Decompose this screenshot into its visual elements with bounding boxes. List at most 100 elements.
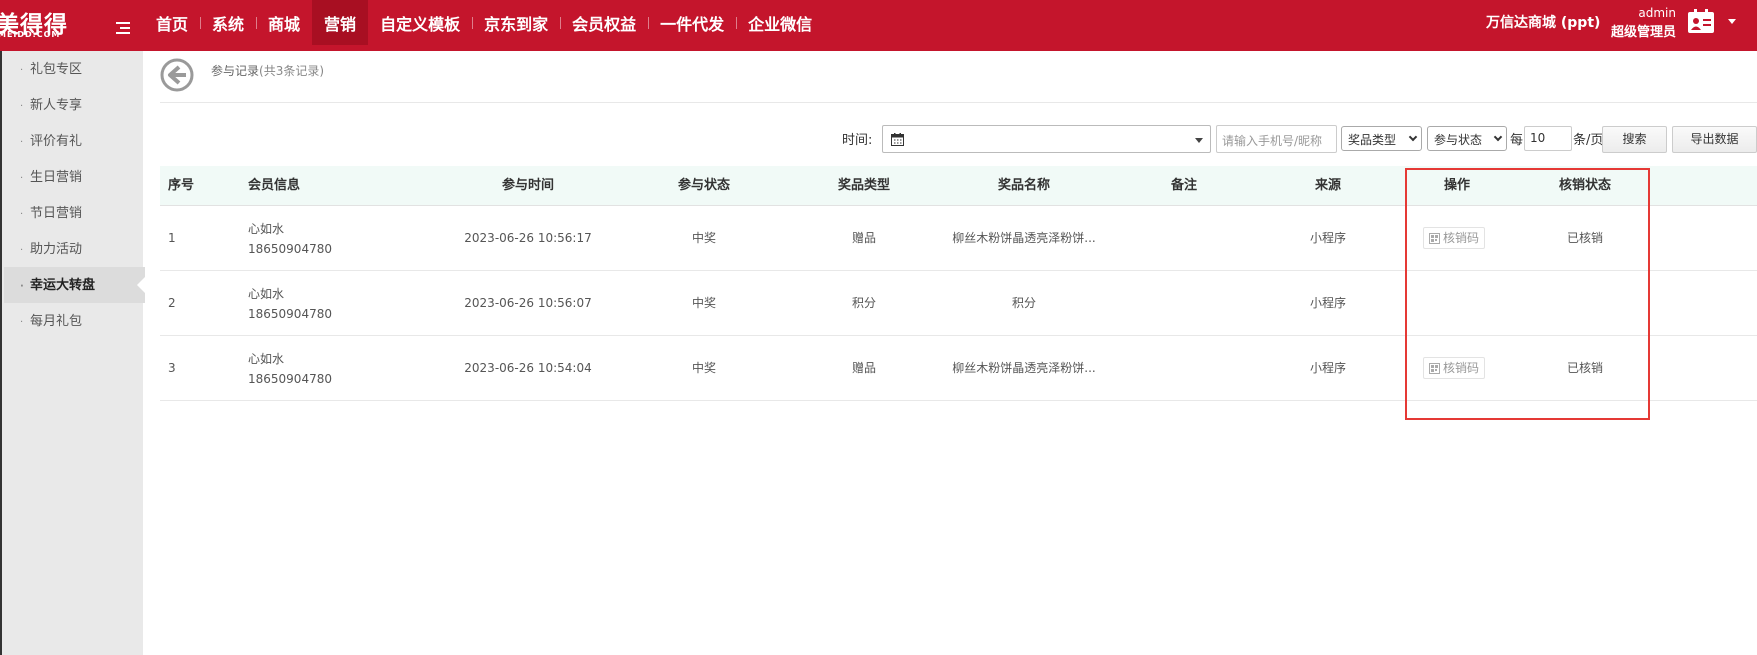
- sidebar-item-gift-packs[interactable]: · 礼包专区: [20, 52, 82, 88]
- sidebar-item-review-gift[interactable]: · 评价有礼: [20, 124, 82, 160]
- status-value: 参与状态: [1434, 133, 1483, 147]
- per-page-suffix: 条/页: [1573, 133, 1604, 148]
- sidebar-item-monthly-gift[interactable]: · 每月礼包: [20, 304, 82, 340]
- time-label: 时间:: [842, 133, 873, 148]
- nav-system[interactable]: 系统: [200, 0, 256, 45]
- member-phone: 18650904780: [248, 242, 332, 256]
- member-name: 心如水: [248, 287, 285, 301]
- prize-type: 赠品: [851, 361, 877, 375]
- participation-status: 中奖: [691, 296, 717, 310]
- breadcrumb: 参与记录(共3条记录): [211, 62, 324, 79]
- participation-time: 2023-06-26 10:56:07: [464, 296, 592, 310]
- record-count: (共3条记录): [259, 64, 325, 78]
- sidebar-item-lucky-wheel[interactable]: · 幸运大转盘: [20, 268, 95, 304]
- table-row: 1 心如水 18650904780 2023-06-26 10:56:17 中奖…: [160, 206, 1757, 271]
- nav-mall[interactable]: 商城: [256, 0, 312, 45]
- source: 小程序: [1309, 361, 1347, 375]
- nav-member-benefits[interactable]: 会员权益: [560, 0, 648, 45]
- sidebar-item-label: 助力活动: [30, 242, 83, 257]
- nav-home[interactable]: 首页: [144, 0, 200, 45]
- sidebar-active-arrow: [137, 277, 145, 293]
- verify-code-button[interactable]: 核销码: [1423, 357, 1486, 379]
- member-phone: 18650904780: [248, 307, 332, 321]
- page-title: 参与记录: [211, 64, 260, 78]
- column-header-status: 参与状态: [677, 178, 731, 193]
- verify-code-label: 核销码: [1443, 361, 1480, 375]
- participation-time: 2023-06-26 10:56:17: [464, 231, 592, 245]
- member-phone: 18650904780: [248, 372, 332, 386]
- user-name: admin: [1638, 6, 1676, 20]
- nav-marketing[interactable]: 营销: [312, 0, 369, 45]
- table-row: 2 心如水 18650904780 2023-06-26 10:56:07 中奖…: [160, 271, 1757, 336]
- sidebar: · 礼包专区 · 新人专享 · 评价有礼 · 生日营销 · 节日营销 · 助力活动 · 幸运大…: [0, 51, 145, 655]
- column-header-remark: 备注: [1170, 178, 1198, 193]
- per-label: 每: [1510, 133, 1524, 148]
- search-button[interactable]: 搜索: [1602, 126, 1667, 153]
- column-header-prize-name: 奖品名称: [997, 178, 1051, 193]
- back-arrow-icon[interactable]: [160, 58, 194, 92]
- table-header: 序号 会员信息 参与时间 参与状态 奖品类型 奖品名称 备注 来源 操作 核销状…: [160, 166, 1757, 206]
- sidebar-item-label: 节日营销: [30, 206, 83, 221]
- member-name: 心如水: [248, 352, 285, 366]
- sidebar-item-label: 生日营销: [30, 170, 83, 185]
- sidebar-item-label: 幸运大转盘: [30, 278, 96, 293]
- prize-type-select[interactable]: 奖品类型: [1341, 126, 1422, 151]
- column-header-index: 序号: [168, 178, 195, 193]
- nav-jd-home[interactable]: 京东到家: [472, 0, 560, 45]
- chevron-down-icon: [1408, 132, 1418, 142]
- qr-code-icon: [1429, 233, 1440, 244]
- status-select[interactable]: 参与状态: [1427, 126, 1507, 151]
- qr-code-icon: [1429, 363, 1440, 374]
- source: 小程序: [1309, 296, 1347, 310]
- sidebar-item-label: 每月礼包: [30, 314, 83, 329]
- verify-status: 已核销: [1566, 361, 1604, 375]
- nav-enterprise-wechat[interactable]: 企业微信: [736, 0, 824, 45]
- column-header-prize-type: 奖品类型: [837, 178, 891, 193]
- nav-custom-template[interactable]: 自定义模板: [368, 0, 472, 45]
- calendar-icon: [891, 133, 904, 146]
- sidebar-item-holiday[interactable]: · 节日营销: [20, 196, 82, 232]
- row-index: 1: [168, 231, 176, 245]
- search-input[interactable]: 请输入手机号/昵称: [1216, 125, 1337, 153]
- prize-type: 积分: [851, 296, 877, 310]
- brand-logo[interactable]: 美得得 MEIDD.COM: [0, 0, 118, 51]
- member-name: 心如水: [248, 222, 285, 236]
- shop-name[interactable]: 万信达商城 (ppt): [1486, 12, 1600, 32]
- table-row: 3 心如水 18650904780 2023-06-26 10:54:04 中奖…: [160, 336, 1757, 401]
- date-range-picker[interactable]: [882, 125, 1211, 153]
- sidebar-item-label: 新人专享: [30, 98, 83, 113]
- chevron-down-icon: [1493, 132, 1503, 142]
- sidebar-item-assist[interactable]: · 助力活动: [20, 232, 82, 268]
- main-nav: 首页 系统 商城 营销 自定义模板 京东到家 会员权益 一件代发 企业微信: [144, 0, 824, 45]
- sidebar-item-label: 礼包专区: [30, 62, 83, 77]
- divider: [160, 102, 1757, 103]
- verify-status: 已核销: [1566, 231, 1604, 245]
- column-header-time: 参与时间: [501, 178, 555, 193]
- prize-type: 赠品: [851, 231, 877, 245]
- chevron-down-icon: [1195, 138, 1203, 143]
- export-button[interactable]: 导出数据: [1672, 126, 1757, 153]
- prize-name: 柳丝木粉饼晶透亮泽粉饼...: [952, 361, 1096, 375]
- prize-name: 柳丝木粉饼晶透亮泽粉饼...: [952, 231, 1096, 245]
- column-header-action: 操作: [1443, 178, 1471, 193]
- participation-time: 2023-06-26 10:54:04: [464, 361, 592, 375]
- row-index: 3: [168, 361, 176, 375]
- menu-toggle-icon[interactable]: [116, 22, 130, 34]
- top-header: 美得得 MEIDD.COM 首页 系统 商城 营销 自定义模板 京东到家 会员权…: [0, 0, 1757, 51]
- logo-subtext: MEIDD.COM: [0, 30, 61, 39]
- user-card-icon[interactable]: [1687, 9, 1715, 34]
- nav-dropship[interactable]: 一件代发: [648, 0, 736, 45]
- column-header-source: 来源: [1314, 178, 1342, 193]
- page-size-input[interactable]: 10: [1524, 126, 1572, 151]
- sidebar-item-birthday[interactable]: · 生日营销: [20, 160, 82, 196]
- row-index: 2: [168, 296, 176, 310]
- user-role: 超级管理员: [1610, 25, 1676, 40]
- prize-type-value: 奖品类型: [1348, 133, 1397, 147]
- sidebar-item-label: 评价有礼: [30, 134, 83, 149]
- user-dropdown-caret-icon[interactable]: [1728, 19, 1736, 24]
- verify-code-button[interactable]: 核销码: [1423, 227, 1486, 249]
- participation-status: 中奖: [691, 231, 717, 245]
- sidebar-item-new-user[interactable]: · 新人专享: [20, 88, 82, 124]
- prize-name: 积分: [1011, 296, 1037, 310]
- participation-status: 中奖: [691, 361, 717, 375]
